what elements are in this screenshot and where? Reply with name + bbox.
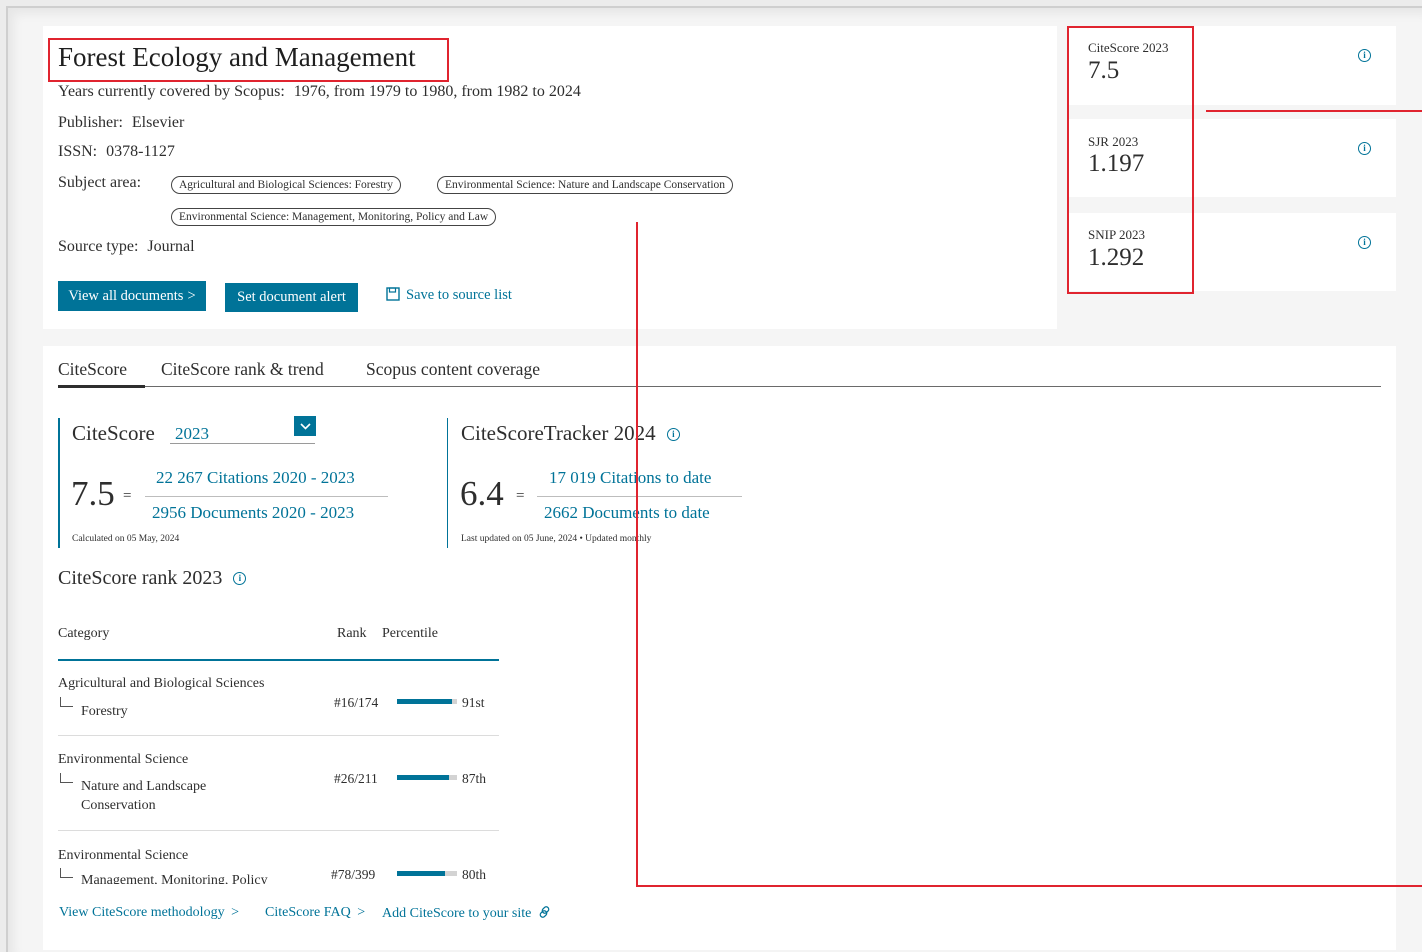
- publisher: Publisher: Elsevier: [58, 114, 184, 132]
- tracker-value: 6.4: [460, 474, 504, 513]
- rank-row-3-rank: #78/399: [331, 867, 376, 882]
- view-all-documents-button[interactable]: View all documents >: [58, 281, 206, 311]
- annotation-metrics-box: [1067, 26, 1194, 294]
- tree-branch-icon: [60, 773, 73, 783]
- annotation-connector-h-top: [1206, 110, 1422, 112]
- tracker-updated-text: Last updated on 05 June, 2024 • Updated …: [461, 534, 652, 544]
- chevron-right-icon: >: [187, 287, 196, 304]
- years-covered-value: 1976, from 1979 to 1980, from 1982 to 20…: [293, 83, 581, 100]
- rank-row-divider: [58, 830, 499, 831]
- citescore-fraction-line: [145, 496, 388, 497]
- rank-row-1-percentile: 91st: [462, 695, 485, 710]
- citescore-citations-link[interactable]: 22 267 Citations 2020 - 2023: [156, 468, 355, 488]
- tracker-heading-text: CiteScoreTracker 2024: [461, 421, 656, 445]
- citescore-faq-label: CiteScore FAQ: [265, 905, 351, 920]
- rank-row-2-rank: #26/211: [334, 771, 378, 786]
- tracker-heading: CiteScoreTracker 2024 i: [461, 421, 680, 446]
- rank-row-2-subcategory-cont: Conservation: [81, 798, 156, 813]
- tree-branch-icon: [60, 868, 73, 878]
- rank-row-divider: [58, 735, 499, 736]
- tab-active-indicator: [58, 385, 145, 388]
- source-type: Source type: Journal: [58, 238, 195, 256]
- source-type-value: Journal: [147, 238, 195, 255]
- tracker-documents-link[interactable]: 2662 Documents to date: [544, 503, 710, 523]
- years-covered-label: Years currently covered by Scopus:: [58, 83, 285, 100]
- citescore-info-icon[interactable]: i: [1358, 49, 1371, 62]
- tracker-equals: =: [516, 488, 525, 504]
- citescore-calculated-date: Calculated on 05 May, 2024: [72, 534, 180, 544]
- rank-row-1-rank: #16/174: [334, 695, 379, 710]
- citescore-equals: =: [123, 488, 132, 504]
- rank-row-3-percentile: 80th: [462, 867, 487, 882]
- view-citescore-methodology-link[interactable]: View CiteScore methodology >: [59, 905, 239, 921]
- rank-row-3-percentile-bar: [397, 871, 457, 876]
- save-to-source-list-link[interactable]: Save to source list: [386, 287, 512, 306]
- rank-col-percentile: Percentile: [382, 626, 438, 641]
- subject-pill-management-policy[interactable]: Environmental Science: Management, Monit…: [171, 208, 497, 226]
- rank-col-category: Category: [58, 626, 110, 641]
- publisher-label: Publisher:: [58, 114, 123, 131]
- tree-branch-icon: [60, 697, 73, 707]
- tab-citescore[interactable]: CiteScore: [58, 359, 127, 380]
- publisher-value: Elsevier: [131, 114, 185, 131]
- rank-row-2-percentile: 87th: [462, 771, 487, 786]
- tabs-divider: [58, 386, 1381, 387]
- rank-row-3-subcategory-clip: Management, Monitoring, Policy: [81, 871, 311, 884]
- issn: ISSN: 0378-1127: [58, 143, 175, 161]
- chevron-down-icon[interactable]: [294, 416, 316, 436]
- sjr-info-icon[interactable]: i: [1358, 142, 1371, 155]
- add-citescore-to-site-label: Add CiteScore to your site: [382, 906, 532, 921]
- subject-pill-nature-conservation[interactable]: Environmental Science: Nature and Landsc…: [437, 176, 734, 194]
- chevron-right-icon: >: [231, 905, 239, 920]
- save-icon: [386, 287, 400, 306]
- citescore-year-select-underline: [170, 443, 315, 444]
- set-document-alert-button[interactable]: Set document alert: [225, 283, 358, 312]
- tracker-box-border: [447, 418, 448, 548]
- citescore-box-border: [58, 418, 60, 548]
- rank-row-3-percentile-fill: [397, 871, 445, 876]
- citescore-panel: [43, 346, 1396, 950]
- citescore-documents-link[interactable]: 2956 Documents 2020 - 2023: [152, 503, 354, 523]
- snip-info-icon[interactable]: i: [1358, 236, 1371, 249]
- subject-area-label: Subject area:: [58, 174, 142, 191]
- tab-scopus-content-coverage[interactable]: Scopus content coverage: [366, 359, 540, 380]
- citescore-value: 7.5: [71, 474, 115, 513]
- tracker-info-icon[interactable]: i: [666, 428, 680, 441]
- chevron-right-icon: >: [357, 905, 366, 920]
- rank-row-2-category: Environmental Science: [58, 752, 189, 767]
- rank-row-2-percentile-fill: [397, 775, 450, 780]
- rank-row-2-percentile-bar: [397, 775, 457, 780]
- rank-row-1-subcategory: Forestry: [81, 704, 128, 719]
- rank-col-rank: Rank: [337, 626, 367, 641]
- issn-value: 0378-1127: [106, 143, 175, 160]
- view-all-documents-label: View all documents: [68, 287, 184, 304]
- tracker-fraction-line: [537, 496, 742, 497]
- save-to-source-list-label: Save to source list: [406, 287, 512, 303]
- view-citescore-methodology-label: View CiteScore methodology: [59, 905, 225, 920]
- rank-row-3-subcategory: Management, Monitoring, Policy: [81, 873, 268, 884]
- add-citescore-to-site-link[interactable]: Add CiteScore to your site: [382, 905, 552, 924]
- citescore-rank-heading: CiteScore rank 2023 i: [58, 567, 247, 590]
- rank-row-3-category: Environmental Science: [58, 848, 189, 863]
- years-covered: Years currently covered by Scopus: 1976,…: [58, 83, 581, 101]
- subject-pill-forestry[interactable]: Agricultural and Biological Sciences: Fo…: [171, 176, 401, 194]
- citescore-faq-link[interactable]: CiteScore FAQ >: [265, 905, 365, 921]
- citescore-rank-heading-text: CiteScore rank 2023: [58, 567, 223, 589]
- citescore-year-select-value[interactable]: 2023: [175, 424, 209, 444]
- issn-label: ISSN:: [58, 143, 98, 160]
- tab-citescore-rank-trend[interactable]: CiteScore rank & trend: [161, 359, 324, 380]
- annotation-connector-h-bottom: [636, 885, 1422, 887]
- source-type-label: Source type:: [58, 238, 139, 255]
- rank-header-divider: [58, 659, 499, 661]
- rank-row-1-percentile-fill: [397, 699, 452, 704]
- rank-row-2-subcategory: Nature and Landscape: [81, 779, 207, 794]
- rank-row-1-category: Agricultural and Biological Sciences: [58, 676, 265, 691]
- rank-info-icon[interactable]: i: [233, 572, 247, 585]
- annotation-title-box: [48, 38, 449, 82]
- annotation-connector-v: [636, 222, 638, 887]
- rank-row-1-percentile-bar: [397, 699, 457, 704]
- citescore-heading: CiteScore: [72, 421, 155, 445]
- tracker-citations-link[interactable]: 17 019 Citations to date: [549, 468, 711, 488]
- link-icon: [538, 905, 552, 924]
